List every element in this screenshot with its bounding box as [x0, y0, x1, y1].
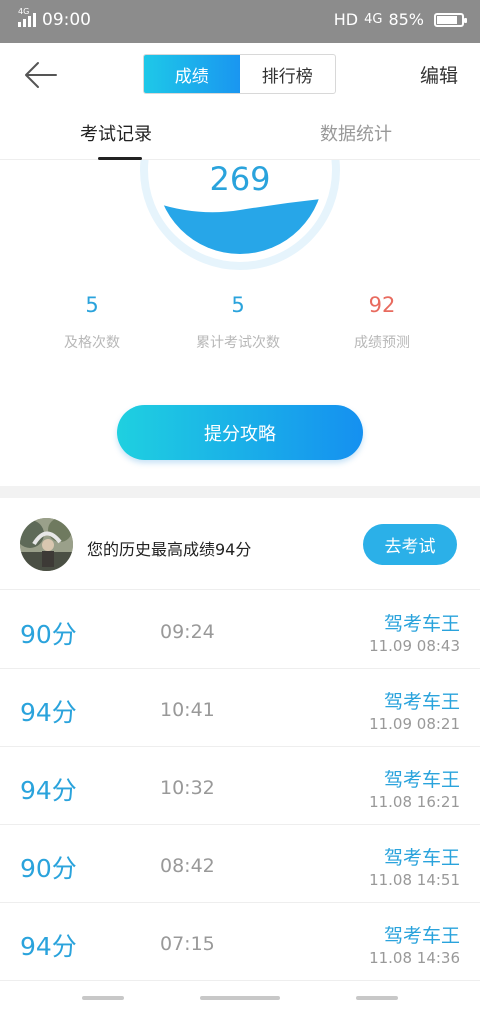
- stat-label: 累计考试次数: [196, 335, 280, 351]
- record-score: 94分: [20, 698, 77, 727]
- status-time: 09:00: [42, 10, 91, 30]
- stat-value: 92: [368, 293, 396, 317]
- record-date: 11.08 14:51: [369, 871, 460, 889]
- hd-indicator: HD: [333, 10, 359, 29]
- record-duration: 08:42: [160, 855, 215, 877]
- battery-icon: [434, 12, 467, 27]
- take-exam-button[interactable]: 去考试: [363, 524, 457, 565]
- record-title: 驾考车王: [383, 769, 460, 791]
- record-title: 驾考车王: [383, 613, 460, 635]
- record-date: 11.08 16:21: [369, 793, 460, 811]
- stat-value: 5: [85, 293, 99, 317]
- list-item[interactable]: 94分 10:32 驾考车王 11.08 16:21: [0, 747, 480, 825]
- nav-recents[interactable]: [82, 996, 124, 1000]
- battery-percent: 85%: [388, 10, 424, 29]
- record-date: 11.09 08:21: [369, 715, 460, 733]
- subtabs: 考试记录 数据统计: [0, 107, 480, 160]
- record-date: 11.09 08:43: [369, 637, 460, 655]
- tab-data-statistics[interactable]: 数据统计: [320, 120, 392, 146]
- record-title: 驾考车王: [383, 847, 460, 869]
- back-arrow-icon[interactable]: [24, 59, 60, 91]
- tab-exam-records[interactable]: 考试记录: [80, 120, 152, 146]
- system-nav-bar: [0, 985, 480, 1013]
- record-score: 94分: [20, 932, 77, 961]
- record-duration: 09:24: [160, 621, 215, 643]
- list-item[interactable]: 90分 09:24 驾考车王 11.09 08:43: [0, 591, 480, 669]
- best-score-text: 您的历史最高成绩94分: [87, 540, 252, 559]
- edit-button[interactable]: 编辑: [420, 61, 458, 88]
- header: 成绩 排行榜 编辑: [0, 43, 480, 107]
- list-item[interactable]: 90分 08:42 驾考车王 11.08 14:51: [0, 825, 480, 903]
- gauge-value: 269: [209, 160, 271, 198]
- status-bar: 4G 09:00 HD 4G 85%: [0, 0, 480, 43]
- record-duration: 10:32: [160, 777, 215, 799]
- record-score: 94分: [20, 776, 77, 805]
- stat-label: 及格次数: [64, 335, 120, 351]
- stat-value: 5: [231, 293, 245, 317]
- list-item[interactable]: 94分 07:15 驾考车王 11.08 14:36: [0, 903, 480, 981]
- stat-total-exams: 5 累计考试次数: [158, 290, 318, 352]
- list-item[interactable]: 94分 10:41 驾考车王 11.09 08:21: [0, 669, 480, 747]
- exam-record-list: 90分 09:24 驾考车王 11.09 08:43 94分 10:41 驾考车…: [0, 591, 480, 981]
- avatar: [20, 518, 73, 571]
- section-divider: [0, 486, 480, 498]
- stat-label: 成绩预测: [354, 335, 410, 351]
- record-score: 90分: [20, 854, 77, 883]
- record-title: 驾考车王: [383, 925, 460, 947]
- best-score-row: 您的历史最高成绩94分 去考试: [0, 498, 480, 590]
- stat-pass-count: 5 及格次数: [12, 290, 172, 352]
- nav-back[interactable]: [356, 996, 398, 1000]
- segmented-control: 成绩 排行榜: [143, 54, 336, 94]
- nav-home[interactable]: [200, 996, 280, 1000]
- record-title: 驾考车王: [383, 691, 460, 713]
- record-duration: 07:15: [160, 933, 215, 955]
- network-indicator: 4G: [364, 12, 383, 27]
- active-tab-indicator: [98, 157, 142, 160]
- stats-row: 5 及格次数 5 累计考试次数 92 成绩预测: [0, 290, 480, 360]
- stat-score-prediction: 92 成绩预测: [302, 290, 462, 352]
- tab-ranking[interactable]: 排行榜: [240, 55, 336, 93]
- record-duration: 10:41: [160, 699, 215, 721]
- record-date: 11.08 14:36: [369, 949, 460, 967]
- score-gauge: 269: [140, 160, 340, 275]
- network-type-label: 4G: [18, 7, 30, 16]
- signal-icon: 4G: [18, 7, 36, 27]
- record-score: 90分: [20, 620, 77, 649]
- improve-score-tips-button[interactable]: 提分攻略: [117, 405, 363, 460]
- tab-scores[interactable]: 成绩: [144, 55, 240, 93]
